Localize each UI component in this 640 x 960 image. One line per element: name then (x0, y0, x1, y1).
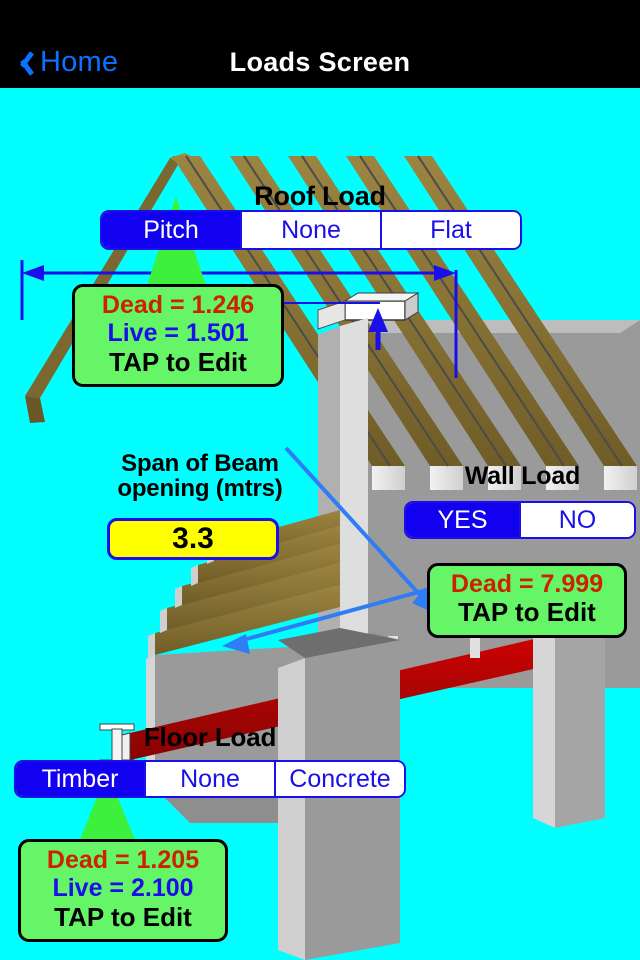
roof-option-none[interactable]: None (240, 212, 380, 248)
navigation-bar: Home Loads Screen (0, 36, 640, 88)
floor-load-segmented-control[interactable]: Timber None Concrete (14, 760, 406, 798)
floor-live-label: Live = (52, 874, 131, 903)
floor-load-heading: Floor Load (143, 722, 277, 752)
span-of-beam-heading: Span of Beam opening (mtrs) (117, 450, 283, 503)
page-title: Loads Screen (229, 46, 411, 77)
wall-option-yes[interactable]: YES (406, 503, 519, 537)
roof-dead-row: Dead = 1.246 (87, 291, 269, 319)
roof-tap-to-edit[interactable]: TAP to Edit (87, 347, 269, 377)
roof-option-flat[interactable]: Flat (380, 212, 520, 248)
roof-load-segmented-control[interactable]: Pitch None Flat (100, 210, 522, 250)
floor-dead-row: Dead = 1.205 (33, 846, 213, 874)
wall-dead-label: Dead = (450, 570, 541, 598)
floor-option-timber[interactable]: Timber (16, 762, 144, 796)
illustration-canvas: Roof Load Span of Beam opening (mtrs) Wa… (0, 88, 640, 960)
floor-live-value: 2.100 (130, 874, 194, 903)
wall-tap-to-edit[interactable]: TAP to Edit (442, 597, 612, 627)
wall-load-callout[interactable]: Dead = 7.999 TAP to Edit (427, 563, 627, 638)
floor-load-callout[interactable]: Dead = 1.205 Live = 2.100 TAP to Edit (18, 839, 228, 942)
wall-dead-value: 7.999 (540, 570, 604, 598)
floor-dead-value: 1.205 (136, 846, 200, 874)
floor-dead-label: Dead = (46, 846, 137, 874)
floor-option-concrete[interactable]: Concrete (274, 762, 404, 796)
wall-load-heading: Wall Load (464, 462, 581, 490)
roof-live-label: Live = (107, 319, 186, 348)
loads-screen: Home Loads Screen Roof Load Span of Beam… (0, 0, 640, 960)
status-bar (0, 0, 640, 36)
wall-load-segmented-control[interactable]: YES NO (404, 501, 636, 539)
floor-live-row: Live = 2.100 (33, 874, 213, 902)
roof-load-callout[interactable]: Dead = 1.246 Live = 1.501 TAP to Edit (72, 284, 284, 387)
span-of-beam-input[interactable]: 3.3 (107, 518, 279, 560)
roof-dead-value: 1.246 (191, 291, 255, 319)
roof-load-heading: Roof Load (254, 181, 386, 211)
roof-live-row: Live = 1.501 (87, 319, 269, 347)
floor-option-none[interactable]: None (144, 762, 274, 796)
wall-dead-row: Dead = 7.999 (442, 570, 612, 598)
wall-option-no[interactable]: NO (519, 503, 634, 537)
roof-dead-label: Dead = (101, 291, 192, 319)
roof-live-value: 1.501 (185, 319, 249, 348)
roof-option-pitch[interactable]: Pitch (102, 212, 240, 248)
floor-tap-to-edit[interactable]: TAP to Edit (33, 902, 213, 932)
